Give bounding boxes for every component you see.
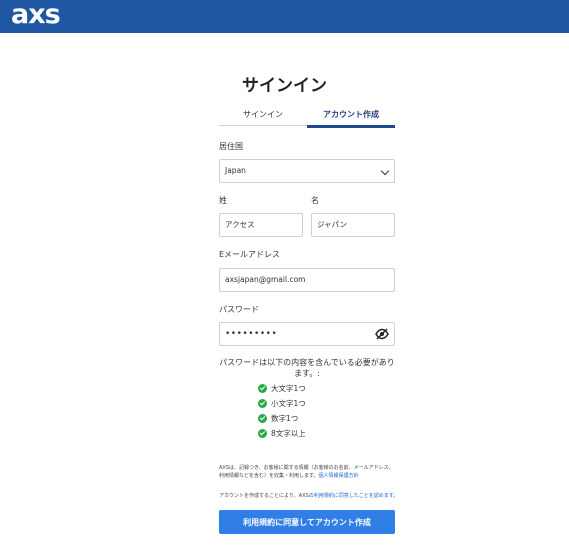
password-value: ••••••••• xyxy=(225,329,278,339)
last-name-label: 姓 xyxy=(219,196,227,205)
eye-off-icon[interactable] xyxy=(375,328,389,340)
password-requirements-title: パスワードは以下の内容を含んでいる必要があります。: xyxy=(219,358,395,378)
privacy-text: AXSは、記録つき、お客様に関する情報（お客様のお名前、メールアドレス、利用情報… xyxy=(219,465,394,479)
terms-notice: アカウントを作成することにより、AXSの利用規約に同意したことを認めます。 xyxy=(219,492,398,500)
check-circle-icon xyxy=(258,414,267,423)
page-title: サインイン xyxy=(242,76,327,96)
first-name-input[interactable]: ジャパン xyxy=(311,213,395,237)
terms-link[interactable]: 利用規約に同意したことを認めます。 xyxy=(314,493,399,499)
country-label: 居住国 xyxy=(219,142,243,151)
email-value: axsjapan@gmail.com xyxy=(225,275,306,284)
email-field[interactable]: axsjapan@gmail.com xyxy=(219,268,395,292)
password-label: パスワード xyxy=(219,305,259,314)
top-bar: axs xyxy=(0,0,569,33)
first-name-value: ジャパン xyxy=(317,220,347,229)
tab-sign-in[interactable]: サインイン xyxy=(219,107,307,126)
password-field[interactable]: ••••••••• xyxy=(219,322,395,346)
check-circle-icon xyxy=(258,429,267,438)
tab-create-account[interactable]: アカウント作成 xyxy=(307,107,395,128)
country-select[interactable]: Japan xyxy=(219,159,395,183)
chevron-down-icon xyxy=(380,166,390,176)
first-name-label: 名 xyxy=(311,196,319,205)
axs-logo[interactable]: axs xyxy=(11,0,61,30)
auth-tabs: サインイン アカウント作成 xyxy=(219,107,395,128)
country-select-value: Japan xyxy=(225,166,246,175)
terms-prefix: アカウントを作成することにより、AXSの xyxy=(219,493,314,499)
create-account-button[interactable]: 利用規約に同意してアカウント作成 xyxy=(219,510,395,534)
last-name-value: アクセス xyxy=(225,220,255,229)
email-label: Eメールアドレス xyxy=(219,250,281,259)
privacy-notice: AXSは、記録つき、お客様に関する情報（お客様のお名前、メールアドレス、利用情報… xyxy=(219,464,395,480)
check-circle-icon xyxy=(258,384,267,393)
last-name-input[interactable]: アクセス xyxy=(219,213,303,237)
check-circle-icon xyxy=(258,399,267,408)
privacy-policy-link[interactable]: 個人情報保護方針 xyxy=(319,473,359,479)
